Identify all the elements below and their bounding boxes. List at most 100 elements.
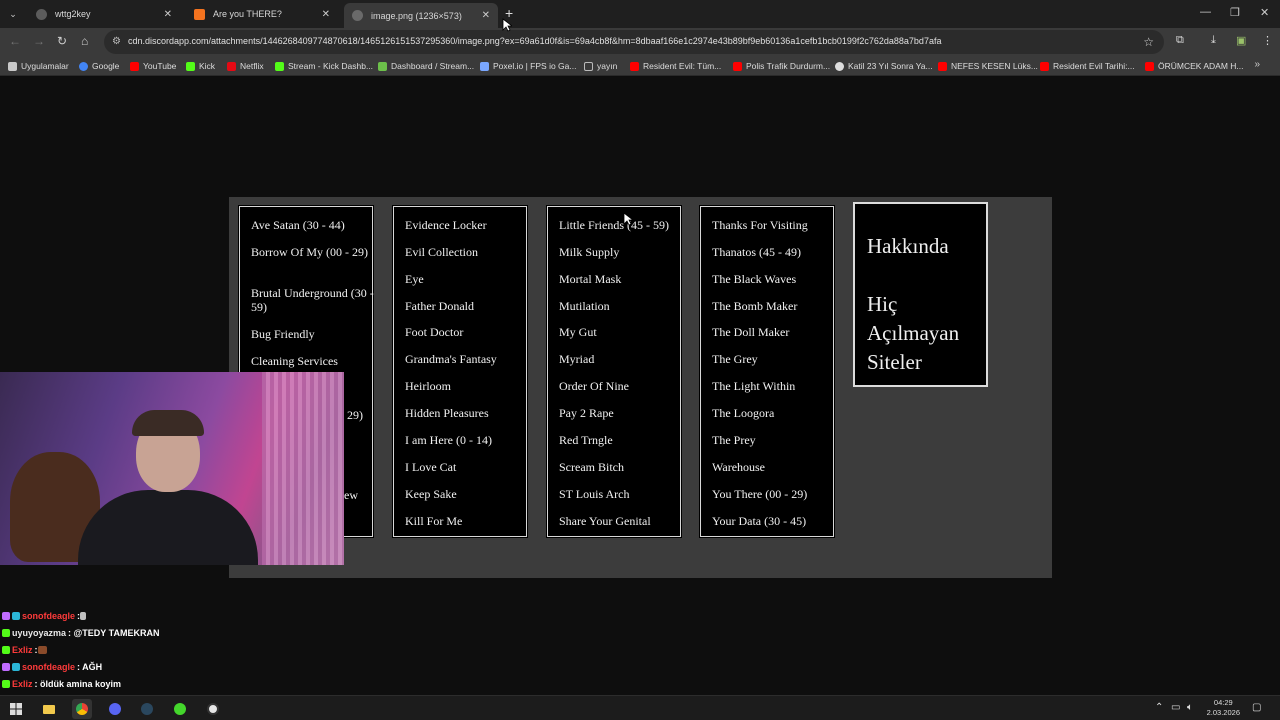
apps-icon bbox=[8, 61, 17, 71]
list-item: Evil Collection bbox=[405, 245, 478, 259]
menu-icon[interactable]: ⋮ bbox=[1262, 34, 1273, 47]
bookmark-label: Uygulamalar bbox=[21, 61, 69, 71]
volume-icon[interactable]: 🔈︎ bbox=[1187, 702, 1193, 713]
bookmark-katil[interactable]: Katil 23 Yıl Sonra Ya... bbox=[835, 61, 933, 71]
site-info-icon[interactable]: ⚙ bbox=[112, 36, 121, 47]
youtube-icon bbox=[938, 61, 947, 71]
chat-username: Exliz bbox=[12, 644, 33, 655]
restore-icon[interactable]: ❐ bbox=[1230, 6, 1240, 19]
badge-icon bbox=[2, 612, 10, 621]
bookmark-dashboard[interactable]: Dashboard / Stream... bbox=[378, 61, 474, 71]
list-item: Cleaning Services bbox=[251, 354, 338, 368]
bookmark-yayin[interactable]: yayın bbox=[584, 61, 617, 71]
badge-icon bbox=[2, 662, 10, 671]
tab-search-icon[interactable]: ⌄ bbox=[4, 5, 22, 23]
razer-icon[interactable] bbox=[170, 699, 190, 719]
notification-icon[interactable]: ▢ bbox=[1252, 702, 1261, 713]
badge-icon bbox=[12, 612, 20, 621]
tab-title: image.png (1236×573) bbox=[371, 10, 462, 21]
list-item: You There (00 - 29) bbox=[712, 487, 808, 501]
google-icon bbox=[79, 61, 88, 71]
obs-icon[interactable] bbox=[203, 699, 223, 719]
kick-icon bbox=[275, 61, 284, 71]
youtube-icon bbox=[130, 61, 139, 71]
bookmark-polis[interactable]: Polis Trafik Durdurm... bbox=[733, 61, 830, 71]
network-icon[interactable]: ▭ bbox=[1171, 702, 1180, 713]
bookmark-kick[interactable]: Kick bbox=[186, 61, 215, 71]
forward-icon[interactable]: → bbox=[33, 34, 45, 48]
bookmark-poxel[interactable]: Poxel.io | FPS io Ga... bbox=[480, 61, 576, 71]
chrome-icon[interactable] bbox=[72, 699, 92, 719]
chat-message: uyuyoyazma : @TEDY TAMEKRAN bbox=[2, 625, 332, 642]
bookmark-nefes[interactable]: NEFES KESEN Lüks... bbox=[938, 61, 1038, 71]
address-bar[interactable]: ⚙ cdn.discordapp.com/attachments/1446268… bbox=[104, 30, 1164, 54]
bookmark-apps[interactable]: Uygulamalar bbox=[8, 61, 69, 71]
mouse-cursor-icon bbox=[623, 212, 633, 226]
bookmark-label: YouTube bbox=[143, 61, 177, 71]
bookmarks-bar: Uygulamalar Google YouTube Kick Netflix … bbox=[0, 56, 1280, 76]
chat-text: : AĞH bbox=[77, 661, 103, 672]
list-item: My Gut bbox=[559, 325, 597, 339]
chat-username: uyuyoyazma bbox=[12, 628, 67, 639]
list-item: Share Your Genital bbox=[559, 514, 651, 528]
youtube-icon bbox=[1040, 61, 1049, 71]
bookmark-stream-kick[interactable]: Stream - Kick Dashb... bbox=[275, 61, 373, 71]
steam-icon[interactable] bbox=[137, 699, 157, 719]
about-subtitle: Hiç Açılmayan Siteler bbox=[867, 290, 959, 377]
list-item: Borrow Of My (00 - 29) bbox=[251, 245, 368, 259]
extensions-icon[interactable]: ⧉ bbox=[1176, 34, 1184, 47]
list-item: Your Data (30 - 45) bbox=[712, 514, 807, 528]
clock[interactable]: 04:29 2.03.2026 bbox=[1207, 698, 1240, 718]
bookmark-orumcek[interactable]: ÖRÜMCEK ADAM H... bbox=[1145, 61, 1243, 71]
webcam-overlay bbox=[0, 372, 344, 565]
windows-start-icon[interactable] bbox=[6, 699, 26, 719]
globe-icon bbox=[835, 61, 844, 71]
bookmark-youtube[interactable]: YouTube bbox=[130, 61, 176, 71]
list-item: Hidden Pleasures bbox=[405, 406, 489, 420]
site-list-col-4: Thanks For Visiting Thanatos (45 - 49) T… bbox=[700, 206, 834, 537]
globe-icon bbox=[352, 10, 363, 21]
close-icon[interactable]: ✕ bbox=[164, 9, 172, 20]
bookmark-star-icon[interactable]: ☆ bbox=[1143, 35, 1154, 49]
list-item: Father Donald bbox=[405, 299, 474, 313]
bookmark-resident-evil-tarihi[interactable]: Resident Evil Tarihi:... bbox=[1040, 61, 1135, 71]
clock-date: 2.03.2026 bbox=[1206, 708, 1240, 717]
list-item: Warehouse bbox=[712, 460, 766, 474]
globe-icon bbox=[36, 8, 47, 20]
back-icon[interactable]: ← bbox=[9, 34, 21, 48]
bookmark-label: yayın bbox=[597, 61, 618, 71]
list-item: The Prey bbox=[712, 433, 756, 447]
badge-icon bbox=[2, 679, 10, 688]
badge-icon bbox=[2, 645, 10, 654]
minimize-icon[interactable]: — bbox=[1200, 6, 1211, 18]
browser-toolbar: ← → ↻ ⌂ ⚙ cdn.discordapp.com/attachments… bbox=[0, 28, 1280, 56]
about-line: Açılmayan bbox=[867, 321, 960, 345]
extension-icon[interactable]: ▣ bbox=[1236, 34, 1246, 47]
discord-icon[interactable] bbox=[105, 699, 125, 719]
tab-image-png[interactable]: image.png (1236×573) ✕ bbox=[344, 3, 498, 28]
emote-icon bbox=[80, 612, 87, 621]
tab-are-you-there[interactable]: Are you THERE? ✕ bbox=[186, 3, 338, 25]
tab-wttg2key[interactable]: wttg2key ✕ bbox=[28, 3, 180, 25]
more-bookmarks-icon[interactable]: » bbox=[1254, 59, 1260, 70]
reload-icon[interactable]: ↻ bbox=[57, 34, 67, 48]
file-explorer-icon[interactable] bbox=[39, 699, 59, 719]
home-icon[interactable]: ⌂ bbox=[81, 34, 88, 48]
list-item: I am Here (0 - 14) bbox=[405, 433, 492, 447]
list-item: Mortal Mask bbox=[559, 272, 622, 286]
close-window-icon[interactable]: ✕ bbox=[1260, 6, 1269, 19]
close-icon[interactable]: ✕ bbox=[482, 10, 490, 21]
bookmark-google[interactable]: Google bbox=[79, 61, 119, 71]
bookmark-resident-evil[interactable]: Resident Evil: Tüm... bbox=[630, 61, 721, 71]
list-item: Ave Satan (30 - 44) bbox=[251, 218, 345, 232]
bookmark-label: Netflix bbox=[240, 61, 264, 71]
list-item: The Black Waves bbox=[712, 272, 797, 286]
url-text[interactable]: cdn.discordapp.com/attachments/144626840… bbox=[128, 36, 941, 46]
list-item: Pay 2 Rape bbox=[559, 406, 614, 420]
close-icon[interactable]: ✕ bbox=[322, 9, 330, 20]
download-icon[interactable]: ⤓ bbox=[1211, 34, 1216, 47]
tray-expand-icon[interactable]: ⌃ bbox=[1155, 702, 1163, 713]
list-item: Keep Sake bbox=[405, 487, 457, 501]
bookmark-netflix[interactable]: Netflix bbox=[227, 61, 264, 71]
list-item: Red Trngle bbox=[559, 433, 613, 447]
